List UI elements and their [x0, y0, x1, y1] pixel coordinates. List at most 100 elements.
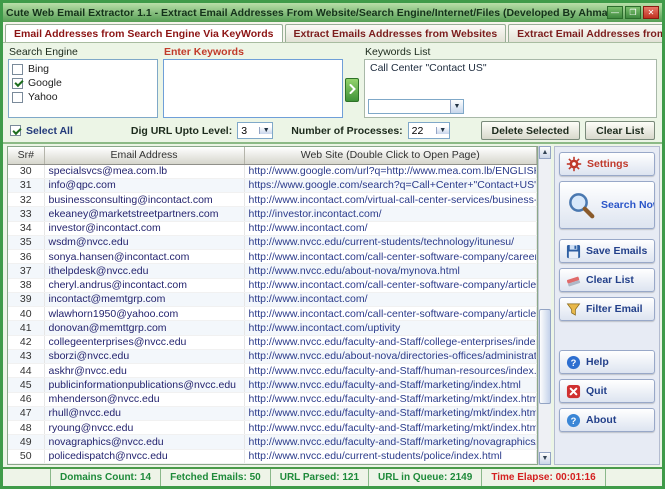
search-engine-list: Bing Google Yahoo: [8, 59, 158, 118]
table-row[interactable]: 43sborzi@nvcc.eduhttp://www.nvcc.edu/abo…: [8, 349, 537, 363]
search-now-button[interactable]: Search Now: [559, 181, 655, 229]
enter-keywords-group: Enter Keywords: [163, 46, 359, 118]
col-website[interactable]: Web Site (Double Click to Open Page): [244, 147, 537, 164]
keyword-item[interactable]: Call Center "Contact US": [370, 62, 651, 74]
gear-icon: [566, 156, 582, 172]
scroll-down-icon[interactable]: ▼: [539, 452, 551, 465]
button-label: Help: [586, 356, 609, 368]
table-row[interactable]: 35wsdm@nvcc.eduhttp://www.nvcc.edu/curre…: [8, 235, 537, 249]
button-label: Filter Email: [586, 303, 643, 315]
status-item: URL in Queue: 2149: [369, 469, 482, 486]
button-label: Settings: [587, 158, 628, 170]
chevron-down-icon[interactable]: ▼: [450, 100, 463, 113]
delete-selected-button[interactable]: Delete Selected: [481, 121, 581, 140]
processes-select[interactable]: 22 ▼: [408, 122, 450, 139]
engine-option-bing[interactable]: Bing: [12, 62, 154, 76]
eraser-icon: [566, 273, 581, 288]
app-window: Cute Web Email Extractor 1.1 - Extract E…: [0, 0, 665, 489]
scroll-up-icon[interactable]: ▲: [539, 146, 551, 159]
add-keyword-button[interactable]: [345, 78, 359, 102]
table-row[interactable]: 38cheryl.andrus@incontact.comhttp://www.…: [8, 278, 537, 292]
email-table-area: Sr# Email Address Web Site (Double Click…: [7, 146, 538, 465]
dig-url-select[interactable]: 3 ▼: [237, 122, 273, 139]
chevron-down-icon[interactable]: ▼: [259, 127, 272, 134]
status-item: Domains Count: 14: [51, 469, 161, 486]
search-icon: [566, 190, 596, 220]
help-icon: ?: [566, 355, 581, 370]
select-all-label: Select All: [26, 125, 73, 137]
table-header-row: Sr# Email Address Web Site (Double Click…: [8, 147, 537, 164]
quit-button[interactable]: Quit: [559, 379, 655, 403]
table-row[interactable]: 32businessconsulting@incontact.comhttp:/…: [8, 193, 537, 207]
table-row[interactable]: 44askhr@nvcc.eduhttp://www.nvcc.edu/facu…: [8, 364, 537, 378]
help-button[interactable]: ? Help: [559, 350, 655, 374]
tab-1[interactable]: Email Addresses from Search Engine Via K…: [5, 24, 283, 42]
engine-label: Google: [28, 77, 62, 89]
table-row[interactable]: 40wlawhorn1950@yahoo.comhttp://www.incon…: [8, 307, 537, 321]
status-item: Fetched Emails: 50: [161, 469, 271, 486]
processes-label: Number of Processes:: [291, 125, 402, 137]
engine-option-google[interactable]: Google: [12, 76, 154, 90]
table-row[interactable]: 48ryoung@nvcc.eduhttp://www.nvcc.edu/fac…: [8, 421, 537, 435]
table-row[interactable]: 42collegeenterprises@nvcc.eduhttp://www.…: [8, 335, 537, 349]
keywords-list-label: Keywords List: [364, 46, 657, 59]
engine-label: Bing: [28, 63, 49, 75]
keywords-list-box[interactable]: Call Center "Contact US" ▼: [364, 59, 657, 118]
table-scrollbar[interactable]: ▲ ▼: [538, 146, 551, 465]
status-item: URL Parsed: 121: [271, 469, 369, 486]
button-label: Quit: [586, 385, 607, 397]
scrollbar-thumb[interactable]: [539, 309, 551, 404]
sidebar: Settings Search Now Save Emails Clear List F…: [554, 146, 660, 465]
chevron-down-icon[interactable]: ▼: [436, 127, 449, 134]
svg-text:?: ?: [571, 358, 577, 368]
search-engine-group: Search Engine BingGoogleYahoo: [8, 46, 158, 118]
table-row[interactable]: 50policedispatch@nvcc.eduhttp://www.nvcc…: [8, 449, 537, 464]
keywords-combo[interactable]: ▼: [368, 99, 464, 114]
filter-icon: [566, 302, 581, 317]
about-button[interactable]: ? About: [559, 408, 655, 432]
checkbox[interactable]: [12, 78, 23, 89]
close-icon[interactable]: ✕: [643, 6, 659, 19]
table-row[interactable]: 33ekeaney@marketstreetpartners.comhttp:/…: [8, 207, 537, 221]
table-row[interactable]: 45publicinformationpublications@nvcc.edu…: [8, 378, 537, 392]
button-label: Clear List: [586, 274, 634, 286]
about-icon: ?: [566, 413, 581, 428]
title-bar: Cute Web Email Extractor 1.1 - Extract E…: [3, 3, 662, 22]
button-label: Search Now: [601, 199, 655, 211]
table-row[interactable]: 46mhenderson@nvcc.eduhttp://www.nvcc.edu…: [8, 392, 537, 406]
email-table-body: 30specialsvcs@mea.com.lbhttp://www.googl…: [8, 164, 537, 464]
button-label: Save Emails: [586, 245, 647, 257]
col-email[interactable]: Email Address: [44, 147, 244, 164]
save-emails-button[interactable]: Save Emails: [559, 239, 655, 263]
table-row[interactable]: 30specialsvcs@mea.com.lbhttp://www.googl…: [8, 164, 537, 178]
table-row[interactable]: 37ithelpdesk@nvcc.eduhttp://www.nvcc.edu…: [8, 264, 537, 278]
filter-email-button[interactable]: Filter Email: [559, 297, 655, 321]
clear-list-top-button[interactable]: Clear List: [585, 121, 655, 140]
save-icon: [566, 244, 581, 259]
table-row[interactable]: 36sonya.hansen@incontact.comhttp://www.i…: [8, 250, 537, 264]
table-row[interactable]: 47rhull@nvcc.eduhttp://www.nvcc.edu/facu…: [8, 406, 537, 420]
button-label: About: [586, 414, 616, 426]
status-bar: Domains Count: 14Fetched Emails: 50URL P…: [3, 467, 662, 486]
engine-label: Yahoo: [28, 91, 58, 103]
table-row[interactable]: 34investor@incontact.comhttp://www.incon…: [8, 221, 537, 235]
engine-option-yahoo[interactable]: Yahoo: [12, 90, 154, 104]
select-all-checkbox[interactable]: [10, 125, 21, 136]
table-row[interactable]: 39incontact@memtgrp.comhttp://www.incont…: [8, 292, 537, 306]
keywords-input[interactable]: [163, 59, 343, 118]
tab-2[interactable]: Extract Emails Addresses from Websites: [285, 24, 507, 42]
settings-button[interactable]: Settings: [559, 152, 655, 176]
col-sr[interactable]: Sr#: [8, 147, 44, 164]
main-area: Sr# Email Address Web Site (Double Click…: [3, 144, 662, 467]
keywords-list-group: Keywords List Call Center "Contact US" ▼: [364, 46, 657, 118]
table-row[interactable]: 49novagraphics@nvcc.eduhttp://www.nvcc.e…: [8, 435, 537, 449]
checkbox[interactable]: [12, 92, 23, 103]
table-row[interactable]: 31info@qpc.comhttps://www.google.com/sea…: [8, 178, 537, 192]
checkbox[interactable]: [12, 64, 23, 75]
minimize-icon[interactable]: —: [607, 6, 623, 19]
table-row[interactable]: 41donovan@memttgrp.comhttp://www.inconta…: [8, 321, 537, 335]
tab-3[interactable]: Extract Email Addresses from Files: [508, 24, 665, 42]
maximize-icon[interactable]: ❐: [625, 6, 641, 19]
control-row: Select All Dig URL Upto Level: 3 ▼ Numbe…: [3, 119, 662, 144]
clear-list-button[interactable]: Clear List: [559, 268, 655, 292]
